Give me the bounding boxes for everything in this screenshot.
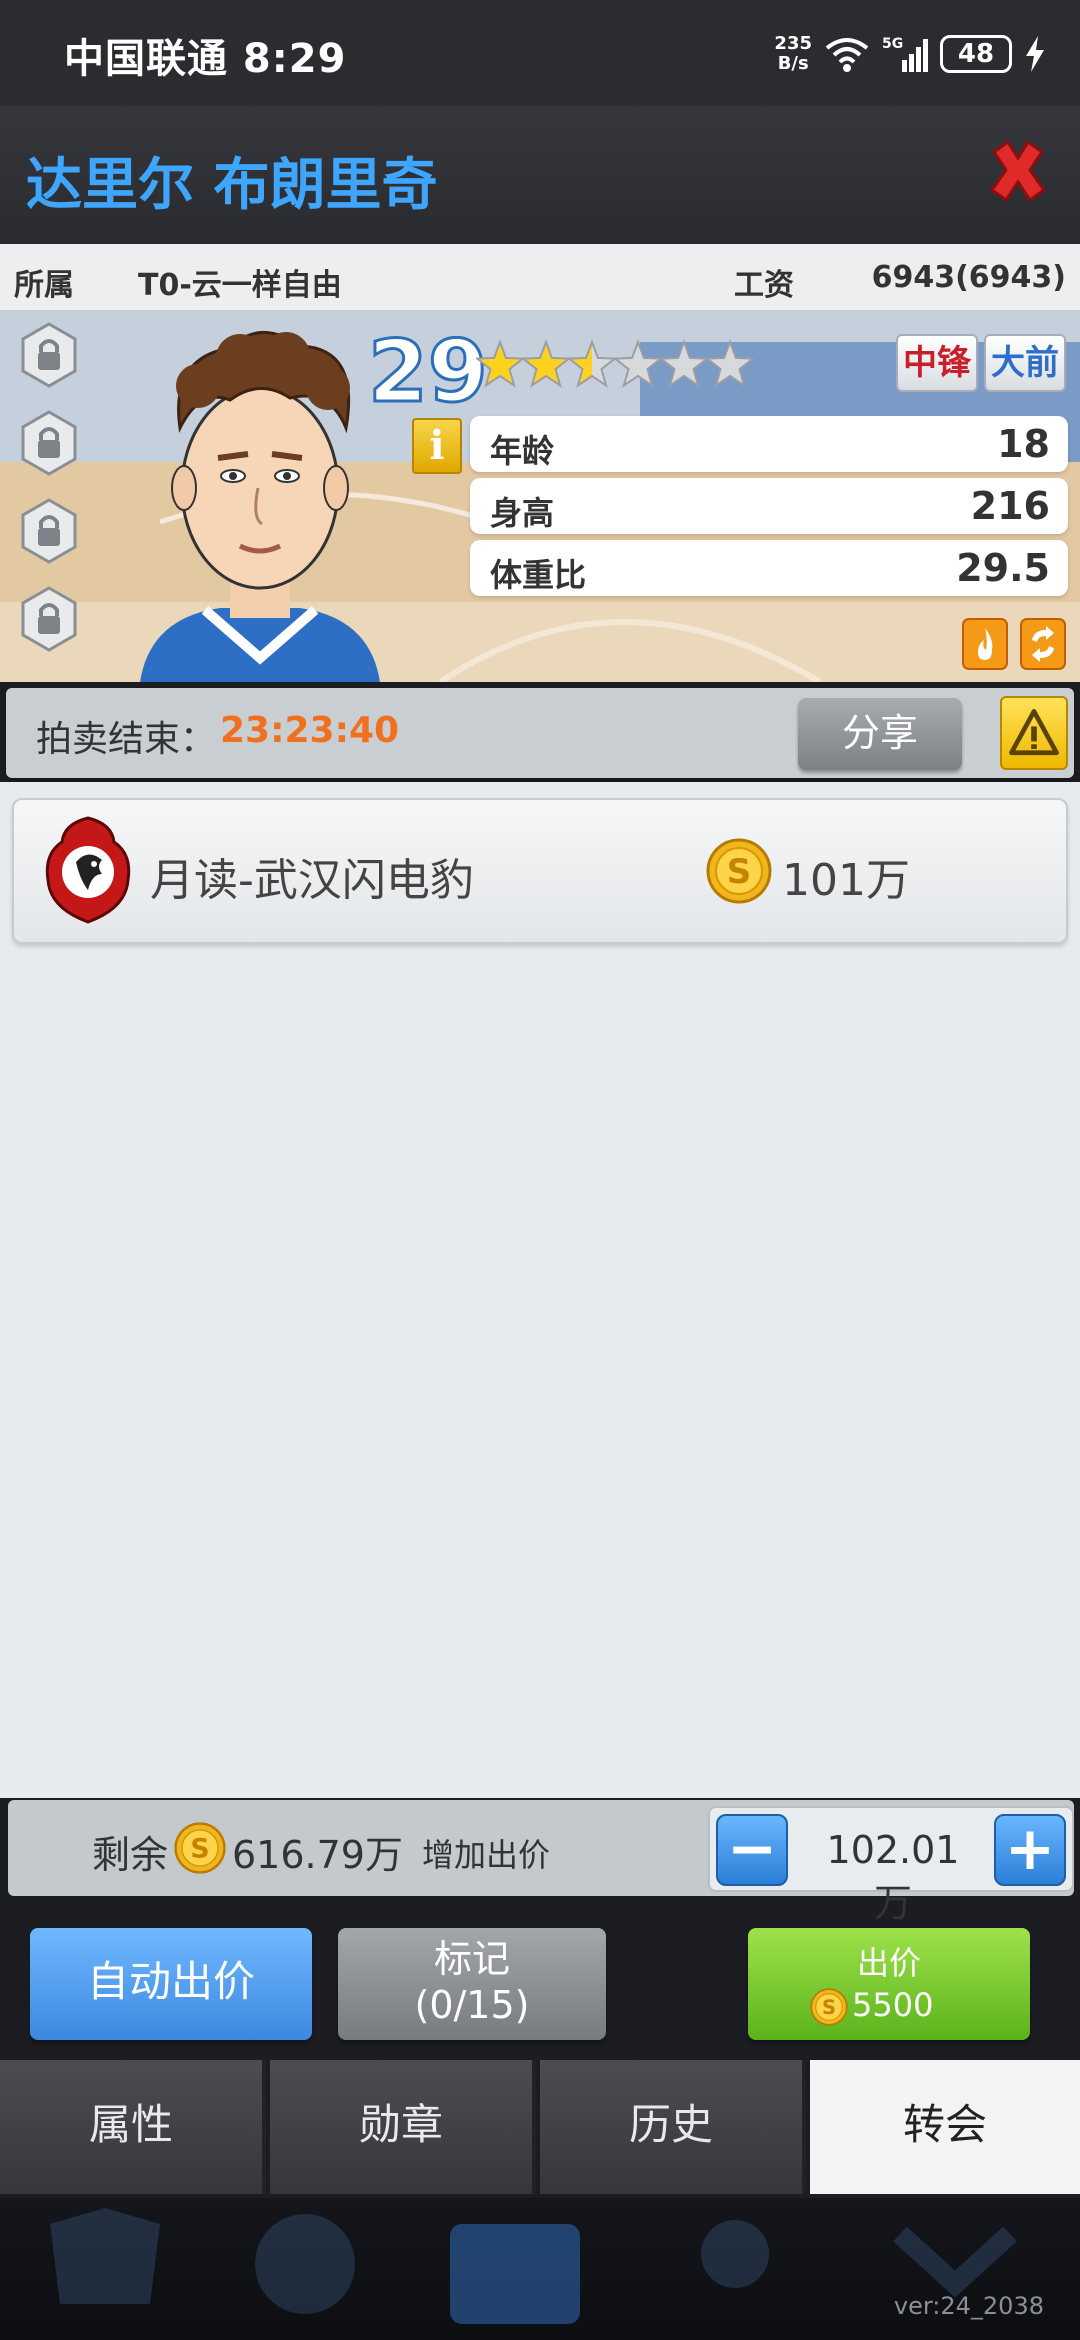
- svg-text:5G: 5G: [882, 36, 903, 52]
- mark-label: 标记: [433, 1937, 510, 1981]
- salary-value: 6943(6943): [871, 260, 1066, 295]
- carrier-time: 中国联通 8:29: [64, 36, 347, 82]
- status-bar: 中国联通 8:29 235 B/s 5G 48: [0, 0, 1080, 106]
- svg-text:S: S: [727, 852, 752, 892]
- stat-height: 身高 216: [470, 478, 1068, 534]
- warning-icon[interactable]: [1000, 696, 1068, 770]
- team-nav-icon: [50, 2208, 160, 2304]
- bidder-team-name: 月读-武汉闪电豹: [150, 855, 474, 906]
- version-label: ver:24_2038: [893, 2292, 1044, 2320]
- increase-bid-label: 增加出价: [422, 1836, 551, 1874]
- charging-icon: [1026, 36, 1044, 72]
- decrease-button[interactable]: −: [716, 1814, 788, 1886]
- currency-nav-icon: [255, 2214, 355, 2314]
- auction-end-time: 23:23:40: [220, 710, 400, 751]
- fire-icon[interactable]: [962, 618, 1008, 670]
- bid-amount: 101万: [782, 855, 910, 906]
- star-icon: [612, 339, 664, 388]
- net-speed: 235 B/s: [774, 33, 812, 74]
- tab-attributes[interactable]: 属性: [0, 2060, 266, 2194]
- star-rating: [476, 339, 756, 388]
- coin-icon: S: [174, 1822, 226, 1874]
- stat-label: 年龄: [490, 432, 555, 470]
- share-button[interactable]: 分享: [798, 698, 962, 770]
- player-avatar: [140, 331, 380, 682]
- coin-icon: S: [810, 1988, 848, 2026]
- stat-value: 29.5: [956, 546, 1050, 590]
- svg-text:S: S: [190, 1833, 209, 1864]
- star-icon: [566, 339, 618, 388]
- stat-label: 身高: [490, 494, 555, 532]
- bid-button[interactable]: 出价 S 5500: [748, 1928, 1030, 2040]
- stat-label: 体重比: [490, 556, 587, 594]
- lock-icon[interactable]: [20, 322, 78, 388]
- bid-cost: 5500: [852, 1986, 934, 2024]
- team-label: 所属: [14, 268, 74, 303]
- bid-stepper-value: 102.01万: [826, 1828, 960, 1925]
- bottom-tabs: 属性 勋章 历史 转会: [0, 2060, 1080, 2198]
- player-card: 29 中锋 大前 i 年龄 18 身高 216 体重比 29.5: [0, 312, 1080, 682]
- lock-icon[interactable]: [20, 498, 78, 564]
- auction-bar: 拍卖结束： 23:23:40 分享: [6, 688, 1074, 778]
- status-icons: 235 B/s 5G 48: [774, 28, 1046, 80]
- team-logo-icon: [45, 816, 131, 924]
- salary-label: 工资: [734, 268, 794, 303]
- tab-history[interactable]: 历史: [540, 2060, 806, 2194]
- coin-icon: S: [706, 838, 772, 904]
- player-rating: 29: [367, 321, 490, 424]
- background-nav: ver:24_2038: [0, 2198, 1080, 2340]
- star-icon: [704, 339, 756, 388]
- lock-icon[interactable]: [20, 410, 78, 476]
- info-icon[interactable]: i: [412, 418, 462, 474]
- auto-bid-button[interactable]: 自动出价: [30, 1928, 312, 2040]
- signal-5g-icon: 5G: [882, 36, 928, 72]
- list-item[interactable]: 月读-武汉闪电豹 S 101万: [12, 798, 1068, 944]
- bid-stepper: − 102.01万 +: [708, 1806, 1074, 1925]
- remaining-value: 616.79万: [232, 1833, 403, 1877]
- tab-medals[interactable]: 勋章: [270, 2060, 536, 2194]
- stat-value: 18: [997, 422, 1050, 466]
- increase-button[interactable]: +: [994, 1814, 1066, 1886]
- star-icon: [476, 339, 526, 388]
- refresh-icon[interactable]: [1020, 618, 1066, 670]
- battery-indicator: 48: [940, 35, 1012, 73]
- position-badge-power-forward: 大前: [984, 334, 1066, 392]
- player-name-title: 达里尔 布朗里奇: [26, 153, 438, 218]
- auction-end-label: 拍卖结束：: [36, 719, 217, 760]
- court-nav-icon: [450, 2224, 580, 2324]
- remaining-label: 剩余: [92, 1833, 169, 1877]
- mark-count: (0/15): [414, 1983, 530, 2027]
- bid-list: 月读-武汉闪电豹 S 101万: [0, 782, 1080, 1798]
- star-icon: [520, 339, 572, 388]
- close-icon[interactable]: [984, 138, 1052, 206]
- bid-controls-bar: 剩余 S 616.79万 增加出价 − 102.01万 +: [8, 1800, 1074, 1925]
- stat-age: 年龄 18: [470, 416, 1068, 472]
- bid-label: 出价: [856, 1944, 921, 1982]
- stat-value: 216: [970, 484, 1050, 528]
- stat-weight-ratio: 体重比 29.5: [470, 540, 1068, 596]
- player-nav-icon: [701, 2220, 769, 2288]
- position-badge-center: 中锋: [896, 334, 978, 392]
- mark-button[interactable]: 标记 (0/15): [338, 1928, 606, 2040]
- star-icon: [658, 339, 710, 388]
- team-salary-bar: 所属 T0-云一样自由 工资 6943(6943): [0, 244, 1080, 312]
- header: 达里尔 布朗里奇: [0, 106, 1080, 244]
- wifi-icon: [825, 38, 869, 72]
- lock-icon[interactable]: [20, 586, 78, 652]
- tab-transfer[interactable]: 转会: [810, 2060, 1080, 2194]
- team-value: T0-云一样自由: [138, 268, 342, 303]
- svg-text:S: S: [822, 1996, 836, 2019]
